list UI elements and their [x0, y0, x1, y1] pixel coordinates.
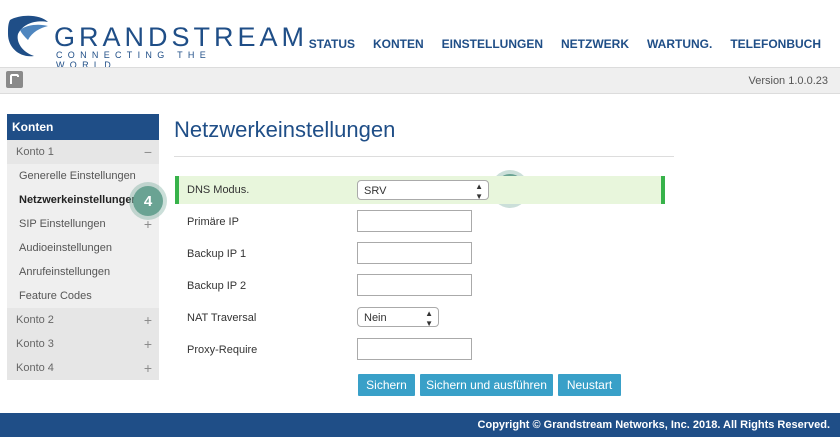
restart-button[interactable]: Neustart — [558, 374, 621, 396]
sidebar-item-label: Konto 4 — [16, 362, 54, 374]
primary-ip-input[interactable] — [357, 210, 472, 232]
phone-button[interactable] — [6, 71, 23, 88]
backup-ip-2-label: Backup IP 2 — [187, 280, 247, 292]
header: GRANDSTREAM CONNECTING THE WORLD STATUS … — [0, 0, 840, 70]
dns-mode-select[interactable]: SRV ▲ ▼ — [357, 180, 489, 201]
sidebar-item-label: Audioeinstellungen — [19, 242, 112, 254]
nav-telefonbuch[interactable]: TELEFONBUCH — [721, 37, 830, 51]
sidebar: Konten Konto 1 − Generelle Einstellungen… — [7, 114, 159, 380]
expand-icon[interactable]: + — [144, 332, 152, 356]
save-button[interactable]: Sichern — [358, 374, 415, 396]
grandstream-logo[interactable]: GRANDSTREAM CONNECTING THE WORLD — [6, 10, 304, 70]
backup-ip-1-input[interactable] — [357, 242, 472, 264]
firmware-version: Version 1.0.0.23 — [748, 75, 828, 87]
main-nav: STATUS KONTEN EINSTELLUNGEN NETZWERK WAR… — [300, 37, 830, 51]
sidebar-item-konto-3[interactable]: Konto 3 + — [7, 332, 159, 356]
footer: Copyright © Grandstream Networks, Inc. 2… — [0, 413, 840, 437]
sidebar-item-label: Feature Codes — [19, 290, 92, 302]
primary-ip-label: Primäre IP — [187, 216, 239, 228]
page-title: Netzwerkeinstellungen — [174, 117, 396, 142]
sidebar-item-anrufeinstellungen[interactable]: Anrufeinstellungen — [7, 260, 159, 284]
backup-ip-1-label: Backup IP 1 — [187, 248, 247, 260]
expand-icon[interactable]: + — [144, 356, 152, 380]
nav-konten[interactable]: KONTEN — [364, 37, 433, 51]
expand-icon[interactable]: + — [144, 308, 152, 332]
nat-traversal-label: NAT Traversal — [187, 312, 257, 324]
sidebar-item-audioeinstellungen[interactable]: Audioeinstellungen — [7, 236, 159, 260]
sidebar-item-feature-codes[interactable]: Feature Codes — [7, 284, 159, 308]
sidebar-item-konto-1[interactable]: Konto 1 − — [7, 140, 159, 164]
nat-traversal-value: Nein — [364, 312, 387, 324]
backup-ip-2-input[interactable] — [357, 274, 472, 296]
select-arrows-icon: ▲ ▼ — [425, 309, 433, 328]
title-divider — [174, 156, 674, 157]
sidebar-item-label: Konto 2 — [16, 314, 54, 326]
globe-swoosh-icon — [8, 15, 48, 57]
sidebar-item-konto-2[interactable]: Konto 2 + — [7, 308, 159, 332]
nav-netzwerk[interactable]: NETZWERK — [552, 37, 638, 51]
collapse-icon[interactable]: − — [144, 140, 152, 164]
toolbar: Version 1.0.0.23 — [0, 67, 840, 94]
sidebar-header: Konten — [7, 114, 159, 140]
nat-traversal-select[interactable]: Nein ▲ ▼ — [357, 307, 439, 328]
select-arrows-icon: ▲ ▼ — [475, 182, 483, 201]
dns-mode-label: DNS Modus. — [187, 184, 250, 196]
sidebar-item-label: Generelle Einstellungen — [19, 170, 136, 182]
nav-einstellungen[interactable]: EINSTELLUNGEN — [433, 37, 552, 51]
nav-status[interactable]: STATUS — [300, 37, 364, 51]
sidebar-item-generelle-einstellungen[interactable]: Generelle Einstellungen — [7, 164, 159, 188]
brand-name: GRANDSTREAM — [54, 22, 309, 52]
sidebar-item-label: Netzwerkeinstellungen — [19, 194, 139, 206]
sidebar-item-label: SIP Einstellungen — [19, 218, 106, 230]
save-apply-button[interactable]: Sichern und ausführen — [420, 374, 553, 396]
copyright-text: Copyright © Grandstream Networks, Inc. 2… — [477, 419, 830, 431]
step-badge-4: 4 — [133, 186, 163, 216]
proxy-require-label: Proxy-Require — [187, 344, 258, 356]
sidebar-item-label: Anrufeinstellungen — [19, 266, 111, 278]
sidebar-item-label: Konto 1 — [16, 146, 54, 158]
sidebar-item-sip-einstellungen[interactable]: SIP Einstellungen + — [7, 212, 159, 236]
phone-handset-icon — [10, 74, 19, 84]
sidebar-item-label: Konto 3 — [16, 338, 54, 350]
sidebar-item-konto-4[interactable]: Konto 4 + — [7, 356, 159, 380]
dns-mode-value: SRV — [364, 185, 387, 197]
proxy-require-input[interactable] — [357, 338, 472, 360]
nav-wartung[interactable]: WARTUNG. — [638, 37, 721, 51]
